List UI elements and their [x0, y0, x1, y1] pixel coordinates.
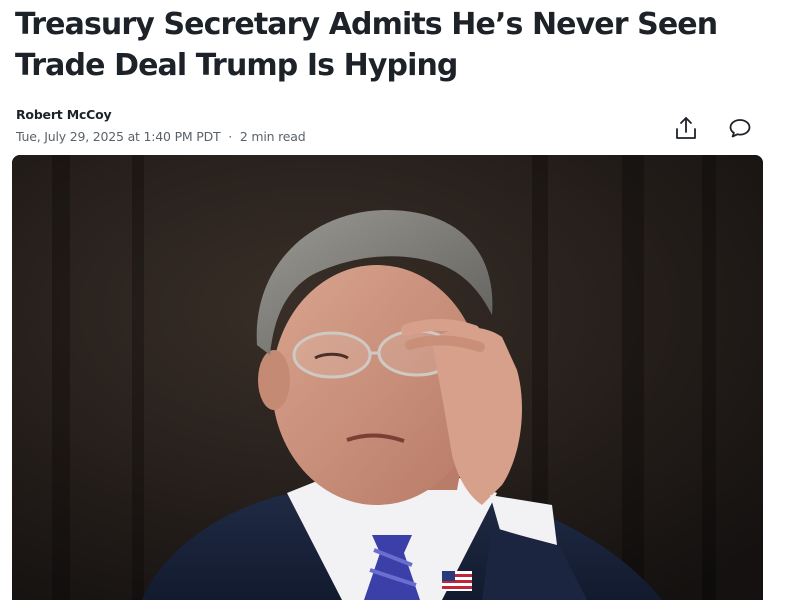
meta-separator: · — [228, 129, 233, 144]
byline: Robert McCoy Tue, July 29, 2025 at 1:40 … — [16, 106, 306, 146]
share-button[interactable] — [671, 114, 701, 142]
comments-button[interactable] — [725, 114, 755, 142]
publish-date: Tue, July 29, 2025 at 1:40 PM PDT — [16, 129, 221, 144]
comment-icon — [729, 119, 751, 138]
man-adjusting-glasses-photo — [12, 155, 763, 600]
read-time: 2 min read — [239, 129, 306, 144]
article-page: Treasury Secretary Admits He’s Never See… — [0, 0, 785, 600]
article-meta: Tue, July 29, 2025 at 1:40 PM PDT · 2 mi… — [16, 128, 306, 146]
article-actions — [671, 114, 755, 142]
hero-image — [12, 155, 763, 600]
share-icon — [676, 117, 696, 139]
author-name[interactable]: Robert McCoy — [16, 106, 305, 124]
article-headline: Treasury Secretary Admits He’s Never See… — [15, 7, 718, 83]
